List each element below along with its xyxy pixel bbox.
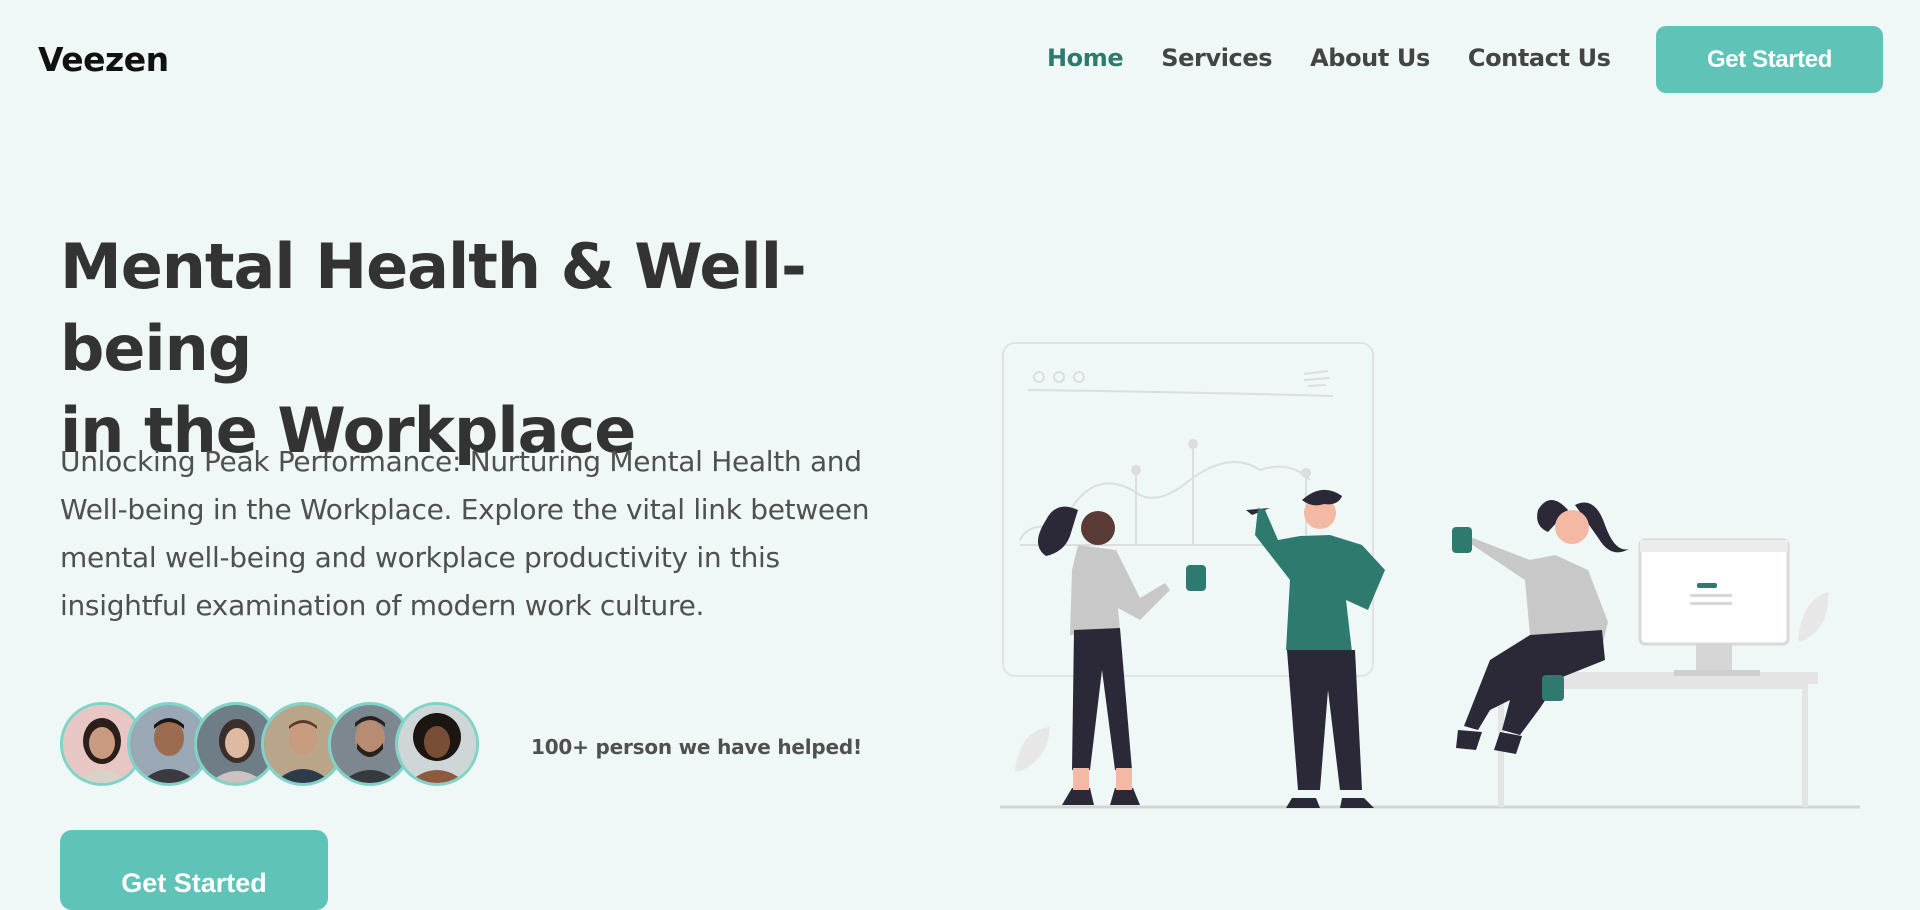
nav-get-started-button[interactable]: Get Started — [1656, 26, 1883, 93]
hero-description: Unlocking Peak Performance: Nurturing Me… — [60, 445, 870, 622]
nav-link-contact-us[interactable]: Contact Us — [1468, 44, 1611, 72]
hero-title-line1: Mental Health & Well-being — [60, 230, 807, 385]
nav-links: Home Services About Us Contact Us — [1047, 44, 1649, 72]
avatar — [395, 702, 479, 786]
nav-link-about-us[interactable]: About Us — [1310, 44, 1430, 72]
team-collaboration-illustration — [990, 330, 1870, 820]
hero-title: Mental Health & Well-being in the Workpla… — [60, 226, 960, 472]
hero-get-started-button[interactable]: Get Started — [60, 830, 328, 910]
nav-link-home[interactable]: Home — [1047, 44, 1124, 72]
helped-count-text: 100+ person we have helped! — [531, 735, 862, 759]
nav-link-services[interactable]: Services — [1161, 44, 1272, 72]
brand-logo[interactable]: Veezen — [38, 40, 169, 79]
top-navigation: Veezen Home Services About Us Contact Us… — [0, 0, 1920, 120]
